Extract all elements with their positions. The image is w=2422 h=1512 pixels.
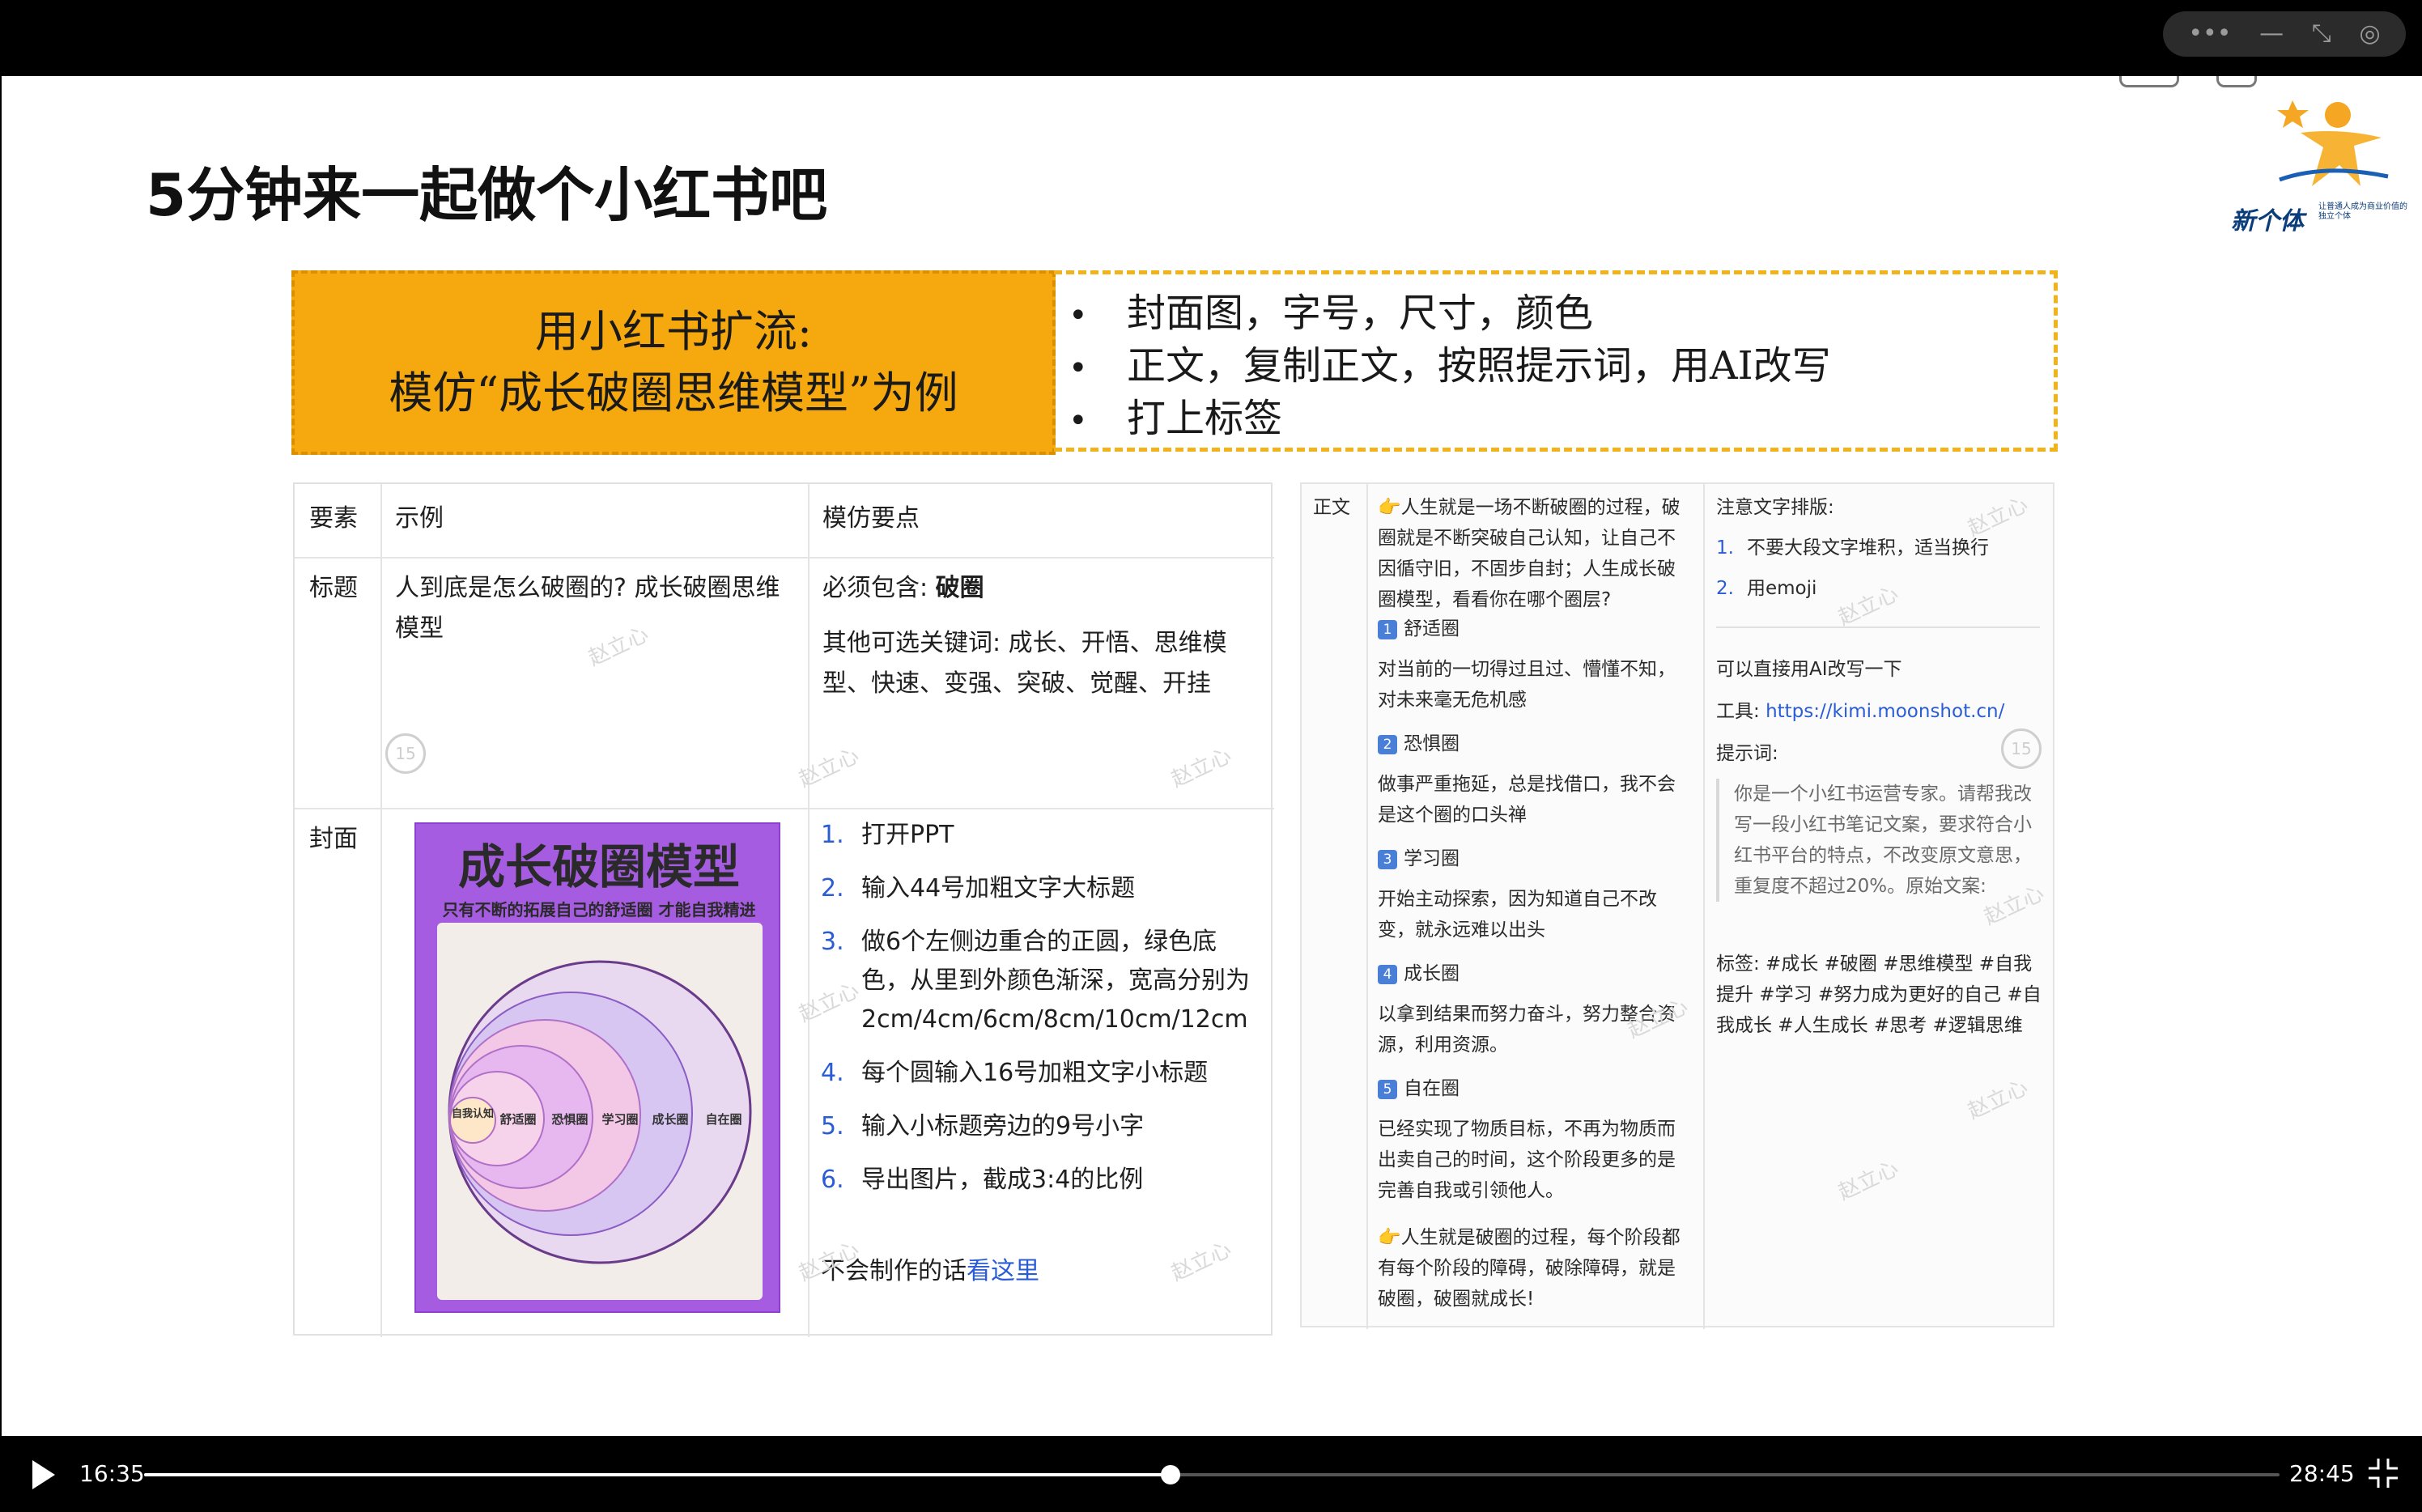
replay-15-icon[interactable]: 15 <box>385 733 426 774</box>
number-badge: 5 <box>1378 1079 1397 1099</box>
prompt-label: 提示词: <box>1716 743 1778 764</box>
notes-title: 注意文字排版: <box>1716 497 1834 518</box>
banner-line-2: 模仿“成长破圈思维模型”为例 <box>389 367 958 418</box>
seek-bar[interactable] <box>144 1465 2280 1484</box>
circle-label: 恐惧圈 <box>551 1112 588 1127</box>
caption-icon[interactable] <box>2119 76 2179 87</box>
step-item: 5. 输入小标题旁边的9号小字 <box>821 1112 1145 1140</box>
step-item: 2. 输入44号加粗文字大标题 <box>821 874 1136 903</box>
player-controls: 16:35 28:45 <box>0 1436 2422 1512</box>
minimize-icon[interactable]: — <box>2259 11 2284 57</box>
replay-15-icon[interactable]: 15 <box>2001 728 2042 769</box>
body-intro: 👉人生就是一场不断破圈的过程，破圈就是不断突破自己认知，让自己不因循守旧，不固步… <box>1378 497 1681 610</box>
window-controls: ••• — ⤡ ◎ <box>2163 11 2406 57</box>
current-time: 16:35 <box>79 1460 145 1487</box>
watermark: 赵立心 <box>1964 1075 2032 1124</box>
slide: 5分钟来一起做个小红书吧 新个体 让普通人成为商业价值的独立个体 用小红书扩流:… <box>2 76 2422 1436</box>
section-3: 3 学习圈 开始主动探索，因为知道自己不改变，就永远难以出头 <box>1378 848 1657 941</box>
kimi-link[interactable]: https://kimi.moonshot.cn/ <box>1766 701 2004 722</box>
must-include-keyword: 破圈 <box>935 574 984 602</box>
play-icon[interactable] <box>24 1457 60 1493</box>
tags-line: 标签: #成长 #破圈 #思维模型 #自我提升 #学习 #努力成为更好的自己 #… <box>1716 953 2042 1036</box>
step-item: 6. 导出图片，截成3:4的比例 <box>821 1166 1144 1194</box>
step-item: 3. 做6个左侧边重合的正圆，绿色底色，从里到外颜色渐深，宽高分别为2cm/4cm… <box>821 928 1250 1034</box>
header-element: 要素 <box>309 504 358 533</box>
optional-keywords: 其他可选关键词: 成长、开悟、思维模型、快速、变强、突破、觉醒、开挂 <box>822 629 1227 698</box>
header-tips: 模仿要点 <box>822 504 920 533</box>
header-example: 示例 <box>395 504 444 533</box>
concentric-circles-diagram: 自我认知 舒适圈 恐惧圈 学习圈 成长圈 自在圈 <box>448 960 752 1264</box>
number-badge: 1 <box>1378 619 1397 639</box>
banner-line-1: 用小红书扩流: <box>534 306 813 357</box>
section-1: 1 舒适圈 对当前的一切得过且过、懵懂不知，对未来毫无危机感 <box>1378 618 1676 711</box>
step-item: 1. 打开PPT <box>821 821 954 849</box>
row-label-cover: 封面 <box>309 825 358 853</box>
step-item: 4. 每个圆输入16号加粗文字小标题 <box>821 1059 1209 1087</box>
logo-text: 新个体 <box>2231 207 2304 236</box>
logo-subtitle: 让普通人成为商业价值的独立个体 <box>2318 202 2407 221</box>
row-label-title: 标题 <box>309 574 358 602</box>
banner-heading: 用小红书扩流: 模仿“成长破圈思维模型”为例 <box>291 270 1056 455</box>
note-item: 1. 不要大段文字堆积，适当换行 <box>1716 537 1989 559</box>
tool-line: 工具: https://kimi.moonshot.cn/ <box>1716 701 2005 722</box>
must-include: 必须包含: 破圈 <box>822 568 984 609</box>
watermark: 赵立心 <box>795 743 863 792</box>
banner-bullet: 封面图，字号，尺寸，颜色 <box>1069 288 1831 341</box>
cover-subtitle: 只有不断的拓展自己的舒适圈 才能自我精进 <box>442 900 756 920</box>
video-player: ••• — ⤡ ◎ 5分钟来一起做个小红书吧 新个体 让普通人成为商业价值的独立… <box>0 0 2422 1512</box>
star-person-icon <box>2277 100 2389 186</box>
body-outro: 👉人生就是破圈的过程，每个阶段都有每个阶段的障碍，破除障碍，就是破圈，破圈就成长… <box>1378 1227 1681 1310</box>
banner-bullets: 封面图，字号，尺寸，颜色 正文，复制正文，按照提示词，用AI改写 打上标签 <box>1069 288 1831 446</box>
slide-title: 5分钟来一起做个小红书吧 <box>146 161 828 229</box>
number-badge: 2 <box>1378 734 1397 754</box>
seek-progress <box>144 1473 1171 1476</box>
more-icon[interactable]: ••• <box>2188 11 2231 57</box>
section-5: 5 自在圈 已经实现了物质目标，不再为物质而出卖自己的时间，这个阶段更多的是完善自… <box>1378 1078 1676 1201</box>
exit-fullscreen-icon[interactable] <box>2367 1457 2399 1489</box>
body-label: 正文 <box>1313 497 1350 518</box>
shrink-icon[interactable]: ⤡ <box>2312 11 2331 57</box>
circle-label: 学习圈 <box>601 1112 638 1127</box>
title-example: 人到底是怎么破圈的? 成长破圈思维模型 <box>395 574 780 643</box>
watermark: 赵立心 <box>1964 492 2032 542</box>
section-2: 2 恐惧圈 做事严重拖延，总是找借口，我不会是这个圈的口头禅 <box>1378 733 1676 826</box>
banner-bullet: 正文，复制正文，按照提示词，用AI改写 <box>1069 341 1831 393</box>
cover-diagram: 自我认知 舒适圈 恐惧圈 学习圈 成长圈 自在圈 <box>437 923 763 1300</box>
cover-steps: 1. 打开PPT 2. 输入44号加粗文字大标题 3. 做6个左侧边重合的正圆，绿色底… <box>821 816 1250 1214</box>
watermark: 赵立心 <box>1167 1237 1235 1286</box>
note-item: 2. 用emoji <box>1716 578 1817 599</box>
see-here-link[interactable]: 看这里 <box>967 1257 1039 1285</box>
top-bar: ••• — ⤡ ◎ <box>0 0 2422 76</box>
must-include-label: 必须包含: <box>822 574 936 602</box>
number-badge: 4 <box>1378 964 1397 984</box>
cover-image: 成长破圈模型 只有不断的拓展自己的舒适圈 才能自我精进 自我认知 舒适圈 恐惧圈… <box>414 822 780 1313</box>
element-table: 要素 示例 模仿要点 标题 人到底是怎么破圈的? 成长破圈思维模型 必须包含: … <box>293 482 1274 1337</box>
banner-bullet: 打上标签 <box>1069 393 1831 446</box>
number-badge: 3 <box>1378 849 1397 869</box>
brand-logo: 新个体 让普通人成为商业价值的独立个体 <box>2212 79 2407 241</box>
record-icon[interactable]: ◎ <box>2359 11 2380 57</box>
prompt-quote: 你是一个小红书运营专家。请帮我改写一段小红书笔记文案，要求符合小红书平台的特点，… <box>1716 779 2040 902</box>
circle-label: 自在圈 <box>705 1112 741 1127</box>
cover-title: 成长破圈模型 <box>457 839 740 894</box>
ai-rewrite-line: 可以直接用AI改写一下 <box>1716 659 1902 680</box>
circle-label: 舒适圈 <box>499 1112 536 1127</box>
watermark: 赵立心 <box>1834 581 1902 631</box>
seek-handle[interactable] <box>1161 1465 1181 1484</box>
circle-label: 自我认知 <box>452 1107 494 1120</box>
watermark: 赵立心 <box>1167 743 1235 792</box>
body-text-panel: 正文 👉人生就是一场不断破圈的过程，破圈就是不断突破自己认知，让自己不因循守旧，… <box>1300 482 2054 1329</box>
duration: 28:45 <box>2289 1460 2355 1487</box>
watermark: 赵立心 <box>1834 1156 1902 1205</box>
circle-label: 成长圈 <box>652 1112 688 1127</box>
